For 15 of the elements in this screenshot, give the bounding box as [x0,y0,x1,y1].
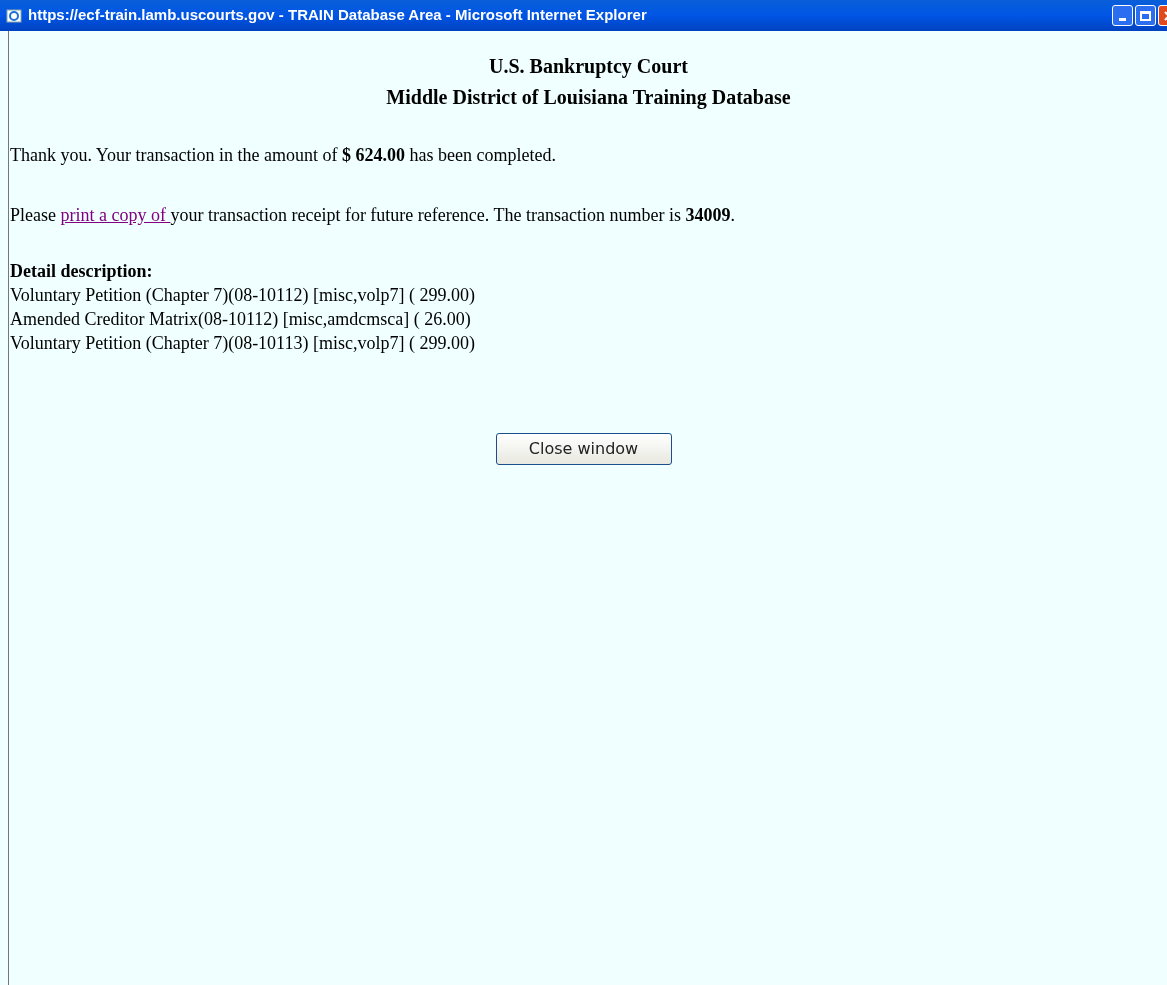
window-title: https://ecf-train.lamb.uscourts.gov - TRAIN Database Area - Microsoft Internet Explorer [28,5,647,26]
maximize-button[interactable] [1135,5,1156,26]
detail-line: Amended Creditor Matrix(08-10112) [misc,amdcmsca] ( 26.00) [10,308,472,331]
page-heading: Middle District of Louisiana Training Database [385,85,792,111]
page-heading: U.S. Bankruptcy Court [488,54,689,80]
receipt-text: your transaction receipt for future reference. The transaction number is 34009. [170,205,735,225]
detail-line: Voluntary Petition (Chapter 7)(08-10113) [misc,volp7] ( 299.00) [10,332,476,355]
close-window-button[interactable]: Close window [495,433,672,465]
minimize-button[interactable] [1112,5,1133,26]
print-link[interactable]: print a copy of [60,205,171,225]
receipt-text: Please [10,205,57,225]
detail-line: Voluntary Petition (Chapter 7)(08-10112) [misc,volp7] ( 299.00) [10,284,476,307]
detail-label: Detail description: [10,260,154,283]
confirmation-text: Thank you. Your transaction in the amount of $ 624.00 has been completed. [10,144,557,167]
browser-icon [6,7,22,24]
